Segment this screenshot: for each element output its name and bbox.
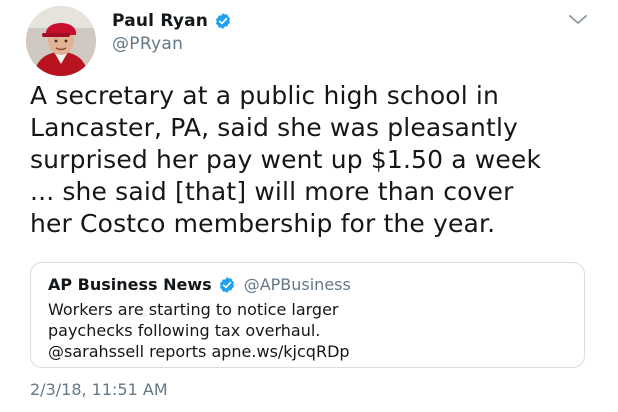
- chevron-down-icon[interactable]: [567, 12, 589, 28]
- quoted-author-handle: @APBusiness: [243, 275, 351, 294]
- quoted-tweet-text: Workers are starting to notice larger pa…: [48, 300, 350, 361]
- author-display-name[interactable]: Paul Ryan: [112, 11, 208, 31]
- quoted-author-name: AP Business News: [48, 275, 212, 294]
- avatar-image: [26, 6, 96, 76]
- author-handle[interactable]: @PRyan: [112, 34, 183, 54]
- tweet-timestamp[interactable]: 2/3/18, 11:51 AM: [30, 380, 168, 399]
- author-name-row: Paul Ryan: [112, 10, 232, 32]
- verified-badge-icon: [214, 12, 232, 30]
- quoted-tweet-header: AP Business News @APBusiness: [48, 275, 351, 294]
- tweet-text: A secretary at a public high school in L…: [30, 81, 542, 238]
- tweet-card: Paul Ryan @PRyan A secretary at a public…: [0, 0, 618, 412]
- avatar[interactable]: [26, 6, 96, 76]
- quoted-tweet-card[interactable]: AP Business News @APBusiness Workers are…: [30, 262, 585, 368]
- verified-badge-icon: [218, 276, 236, 294]
